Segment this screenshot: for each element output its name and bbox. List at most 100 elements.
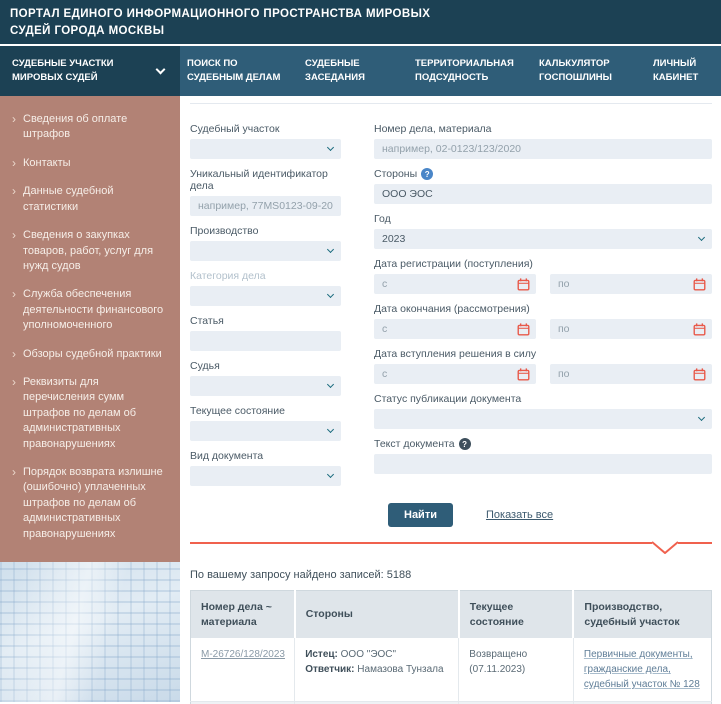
arrow-right-icon: › [12, 156, 16, 172]
main-nav: Судебные участки мировых судей Поиск по … [0, 46, 721, 96]
case-number-link[interactable]: М-26726/128/2023 [201, 649, 285, 660]
portal-title: Портал единого информационного пространс… [10, 6, 440, 41]
end-date-from[interactable] [374, 319, 536, 339]
calendar-icon[interactable] [693, 278, 706, 291]
result-count: По вашему запросу найдено записей: 5188 [190, 569, 712, 581]
column-header-case-number[interactable]: Номер дела ~ материала [191, 591, 295, 639]
main-content: Судебный участок Уникальный идентификато… [180, 96, 721, 702]
help-icon[interactable]: ? [459, 438, 471, 450]
table-row: М-26726/128/2023 Истец: ООО "ЭОС" Ответч… [191, 638, 712, 702]
registration-date-to-input[interactable] [558, 278, 693, 290]
sidebar-item-practice-reviews[interactable]: › Обзоры судебной практики [12, 347, 166, 363]
current-state-select[interactable] [190, 421, 341, 441]
current-state-label: Текущее состояние [190, 405, 341, 417]
arrow-right-icon: › [12, 375, 16, 452]
force-date-to-input[interactable] [558, 368, 693, 380]
calendar-icon[interactable] [517, 368, 530, 381]
document-text-label: Текст документа? [374, 438, 712, 450]
nav-tab-label: Судебные участки мировых судей [12, 57, 157, 86]
year-select[interactable]: 2023 [374, 229, 712, 249]
sidebar-item-label: Сведения об оплате штрафов [23, 112, 166, 143]
document-type-select[interactable] [190, 466, 341, 486]
search-button[interactable]: Найти [388, 503, 453, 527]
chevron-down-icon [327, 291, 334, 298]
registration-date-label: Дата регистрации (поступления) [374, 258, 712, 270]
sidebar-item-financial-ombudsman[interactable]: › Служба обеспечения деятельности финанс… [12, 287, 166, 333]
divider-line [678, 542, 712, 544]
show-all-link[interactable]: Показать все [486, 509, 553, 521]
sidebar-item-fine-refund-procedure[interactable]: › Порядок возврата излишне (ошибочно) уп… [12, 465, 166, 542]
nav-tab-territorial-jurisdiction[interactable]: Территориальная подсудность [415, 57, 517, 86]
nav-tab-fee-calculator[interactable]: Калькулятор госпошлины [539, 57, 631, 86]
nav-tab-personal-account[interactable]: Личный кабинет [653, 57, 711, 86]
content-divider [190, 103, 712, 104]
calendar-icon[interactable] [517, 323, 530, 336]
parties-input[interactable] [374, 184, 712, 204]
chevron-down-icon [156, 64, 166, 74]
sidebar-item-fines-payment[interactable]: › Сведения об оплате штрафов [12, 112, 166, 143]
year-selected-value: 2023 [382, 233, 405, 245]
sidebar-item-contacts[interactable]: › Контакты [12, 156, 166, 172]
category-select[interactable] [190, 286, 341, 306]
sidebar-item-label: Служба обеспечения деятельности финансов… [23, 287, 166, 333]
sidebar-item-judicial-statistics[interactable]: › Данные судебной статистики [12, 184, 166, 215]
nav-tab-case-search[interactable]: Поиск по судебным делам [187, 57, 283, 86]
chevron-down-icon [327, 144, 334, 151]
case-search-form: Судебный участок Уникальный идентификато… [190, 123, 712, 495]
nav-tab-court-sections[interactable]: Судебные участки мировых судей [0, 46, 180, 96]
column-header-parties: Стороны [295, 591, 459, 639]
proceeding-select[interactable] [190, 241, 341, 261]
production-link[interactable]: Первичные документы, гражданские дела, с… [584, 649, 700, 690]
judge-label: Судья [190, 360, 341, 372]
force-date-from[interactable] [374, 364, 536, 384]
help-icon[interactable]: ? [421, 168, 433, 180]
calendar-icon[interactable] [693, 323, 706, 336]
sidebar-item-label: Данные судебной статистики [23, 184, 166, 215]
calendar-icon[interactable] [693, 368, 706, 381]
judge-select[interactable] [190, 376, 341, 396]
chevron-down-icon [327, 381, 334, 388]
arrow-right-icon: › [12, 287, 16, 333]
court-section-select[interactable] [190, 139, 341, 159]
nav-tab-court-sessions[interactable]: Судебные заседания [305, 57, 393, 86]
arrow-right-icon: › [12, 465, 16, 542]
sidebar-item-fine-transfer-details[interactable]: › Реквизиты для перечисления сумм штрафо… [12, 375, 166, 452]
divider-line [190, 542, 652, 544]
column-header-production: Производство, судебный участок [573, 591, 711, 639]
chevron-down-icon [327, 426, 334, 433]
publication-status-select[interactable] [374, 409, 712, 429]
end-date-from-input[interactable] [382, 323, 517, 335]
collapse-divider[interactable] [190, 541, 712, 554]
arrow-right-icon: › [12, 112, 16, 143]
sidebar-item-label: Реквизиты для перечисления сумм штрафов … [23, 375, 166, 452]
sidebar-item-procurement[interactable]: › Сведения о закупках товаров, работ, ус… [12, 228, 166, 274]
case-number-input[interactable] [374, 139, 712, 159]
case-number-label: Номер дела, материала [374, 123, 712, 135]
sidebar: › Сведения об оплате штрафов › Контакты … [0, 96, 180, 702]
sidebar-item-label: Контакты [23, 156, 71, 172]
chevron-down-icon [652, 541, 678, 554]
form-actions: Найти Показать все [190, 503, 712, 527]
registration-date-from[interactable] [374, 274, 536, 294]
calendar-icon[interactable] [517, 278, 530, 291]
document-type-label: Вид документа [190, 450, 341, 462]
article-label: Статья [190, 315, 341, 327]
nav-tabs: Поиск по судебным делам Судебные заседан… [180, 46, 721, 96]
form-left-column: Судебный участок Уникальный идентификато… [190, 123, 341, 495]
registration-date-from-input[interactable] [382, 278, 517, 290]
uid-input[interactable] [190, 196, 341, 216]
end-date-label: Дата окончания (рассмотрения) [374, 303, 712, 315]
force-date-to[interactable] [550, 364, 712, 384]
category-label: Категория дела [190, 270, 341, 282]
end-date-to-input[interactable] [558, 323, 693, 335]
document-text-input[interactable] [374, 454, 712, 474]
article-input[interactable] [190, 331, 341, 351]
force-date-from-input[interactable] [382, 368, 517, 380]
force-date-label: Дата вступления решения в силу [374, 348, 712, 360]
registration-date-to[interactable] [550, 274, 712, 294]
chevron-down-icon [327, 471, 334, 478]
state-cell: Возвращено (07.11.2023) [459, 638, 574, 702]
end-date-to[interactable] [550, 319, 712, 339]
chevron-down-icon [698, 234, 705, 241]
court-section-label: Судебный участок [190, 123, 341, 135]
